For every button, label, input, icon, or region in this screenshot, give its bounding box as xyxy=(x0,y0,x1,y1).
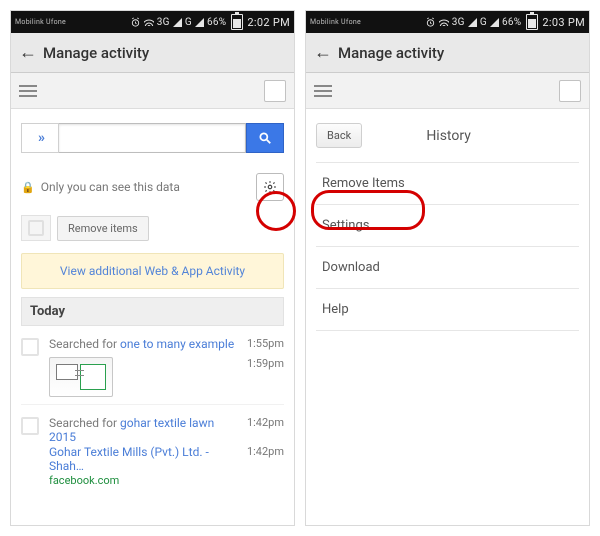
entry-time: 1:42pm xyxy=(239,445,284,473)
phone-right: Mobilink Ufone 3G G 66% 2:03 PM ← Manage… xyxy=(305,10,590,526)
gear-icon xyxy=(263,180,277,194)
result-domain: facebook.com xyxy=(49,474,119,487)
entry-time: 1:55pm xyxy=(239,337,284,351)
history-header: Back History xyxy=(316,123,579,148)
view-additional-activity-link[interactable]: View additional Web & App Activity xyxy=(21,253,284,289)
remove-items-button[interactable]: Remove items xyxy=(57,216,149,241)
browser-toolbar xyxy=(11,73,294,109)
entry-checkbox[interactable] xyxy=(21,338,39,356)
toolbar-checkbox[interactable] xyxy=(559,80,581,102)
result-thumbnail[interactable] xyxy=(49,357,113,397)
wifi-icon xyxy=(144,18,154,26)
back-icon[interactable]: ← xyxy=(314,42,338,63)
page-title: Manage activity xyxy=(43,44,149,62)
result-link[interactable]: Gohar Textile Mills (Pvt.) Ltd. - Shah… xyxy=(49,445,239,473)
settings-button[interactable] xyxy=(256,173,284,201)
entry-time: 1:42pm xyxy=(239,416,284,444)
app-bar: ← Manage activity xyxy=(11,33,294,73)
battery-pct: 66% xyxy=(502,17,521,28)
clock-label: 2:03 PM xyxy=(542,16,585,29)
section-header-today: Today xyxy=(21,297,284,326)
entry-time: 1:59pm xyxy=(239,357,284,397)
menu-item-settings[interactable]: Settings xyxy=(316,204,579,246)
carrier-label: Mobilink Ufone xyxy=(310,19,361,26)
search-term-link[interactable]: one to many example xyxy=(120,337,234,351)
network-1-label: 3G xyxy=(157,17,170,28)
menu-item-download[interactable]: Download xyxy=(316,246,579,288)
menu-icon[interactable] xyxy=(19,85,37,97)
network-1-label: 3G xyxy=(452,17,465,28)
back-icon[interactable]: ← xyxy=(19,42,43,63)
privacy-row: 🔒 Only you can see this data xyxy=(21,173,284,201)
network-2-label: G xyxy=(480,17,487,28)
app-bar: ← Manage activity xyxy=(306,33,589,73)
menu-icon[interactable] xyxy=(314,85,332,97)
entry-text: Searched for one to many example xyxy=(49,337,234,351)
history-title: History xyxy=(362,128,579,144)
select-all-checkbox[interactable] xyxy=(21,215,51,241)
lock-icon: 🔒 xyxy=(21,181,35,194)
alarm-icon xyxy=(425,17,436,28)
signal-icon xyxy=(173,18,182,27)
wifi-icon xyxy=(439,18,449,26)
battery-icon xyxy=(229,14,243,30)
battery-pct: 66% xyxy=(207,17,226,28)
toolbar-checkbox[interactable] xyxy=(264,80,286,102)
status-bar: Mobilink Ufone 3G G 66% 2:02 PM xyxy=(11,11,294,33)
activity-entry: Searched for gohar textile lawn 2015 1:4… xyxy=(21,405,284,494)
search-input[interactable] xyxy=(59,123,246,153)
search-icon xyxy=(258,131,272,145)
page-title: Manage activity xyxy=(338,44,444,62)
network-2-label: G xyxy=(185,17,192,28)
clock-label: 2:02 PM xyxy=(247,16,290,29)
expand-button[interactable]: » xyxy=(21,123,59,153)
menu-item-remove-items[interactable]: Remove Items xyxy=(316,162,579,204)
alarm-icon xyxy=(130,17,141,28)
entry-checkbox[interactable] xyxy=(21,417,39,435)
search-row: » xyxy=(21,123,284,153)
bulk-remove-row: Remove items xyxy=(21,215,284,241)
signal-icon-2 xyxy=(490,18,499,27)
carrier-label: Mobilink Ufone xyxy=(15,19,66,26)
phone-left: Mobilink Ufone 3G G 66% 2:02 PM ← Manage… xyxy=(10,10,295,526)
entry-text: Searched for gohar textile lawn 2015 xyxy=(49,416,239,444)
status-bar: Mobilink Ufone 3G G 66% 2:03 PM xyxy=(306,11,589,33)
signal-icon-2 xyxy=(195,18,204,27)
activity-entry: Searched for one to many example 1:55pm xyxy=(21,326,284,405)
battery-icon xyxy=(524,14,538,30)
signal-icon xyxy=(468,18,477,27)
menu-item-help[interactable]: Help xyxy=(316,288,579,331)
back-button[interactable]: Back xyxy=(316,123,362,148)
browser-toolbar xyxy=(306,73,589,109)
privacy-label: Only you can see this data xyxy=(41,180,256,194)
search-button[interactable] xyxy=(246,123,284,153)
